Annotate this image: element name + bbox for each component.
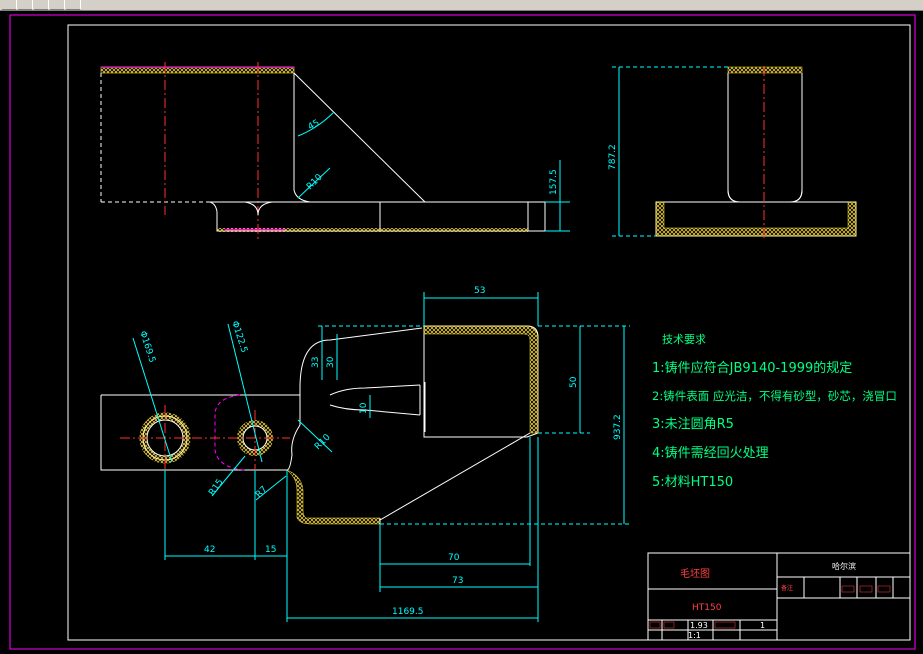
dim-33: 33 xyxy=(311,357,321,368)
dim-top-height: 157.5 xyxy=(549,169,559,195)
dim-30: 30 xyxy=(326,356,336,368)
dim-53: 53 xyxy=(474,286,485,296)
dim-70: 70 xyxy=(448,553,460,563)
open-icon[interactable] xyxy=(18,0,33,10)
notes-line-1: 1:铸件应符合JB9140-1999的规定 xyxy=(652,360,852,376)
dim-15: 15 xyxy=(265,545,276,555)
notes-line-2: 2:铸件表面 应光洁，不得有砂型，砂芯，浇冒口 xyxy=(652,389,897,403)
notes-title: 技术要求 xyxy=(662,333,706,346)
side-view: 787.2 xyxy=(608,66,857,240)
print-icon[interactable] xyxy=(50,0,65,10)
title-company: 哈尔滨 xyxy=(832,561,856,571)
notes-line-3: 3:未注圆角R5 xyxy=(652,417,734,432)
new-icon[interactable] xyxy=(2,0,17,10)
title-scale: 1:1 xyxy=(688,631,701,640)
top-view: 157.5 45 R10 xyxy=(100,62,570,240)
dim-r7: R7 xyxy=(254,485,270,501)
title-material: HT150 xyxy=(692,603,722,613)
notes-line-5: 5:材料HT150 xyxy=(652,475,733,490)
title-ratio: 1.93 xyxy=(690,621,708,630)
dim-73: 73 xyxy=(452,576,463,586)
title-drawing-name: 毛坯图 xyxy=(680,568,710,580)
dim-42: 42 xyxy=(204,545,215,555)
title-block: 毛坯图 HT150 哈尔滨 备注 1.93 1 1:1 xyxy=(647,552,911,641)
dim-50: 50 xyxy=(569,376,579,388)
title-sheet: 1 xyxy=(760,621,765,630)
front-view: 53 33 30 10 50 937.2 Φ169.5 Φ122.5 R10 R… xyxy=(100,286,630,622)
title-small-cell: 备注 xyxy=(781,584,793,592)
undo-icon[interactable] xyxy=(66,0,81,10)
dim-side-height: 787.2 xyxy=(608,144,618,170)
dim-10: 10 xyxy=(359,402,369,414)
cad-drawing-canvas[interactable]: 157.5 45 R10 787.2 53 33 30 10 50 937.2 … xyxy=(0,11,923,654)
dim-r15: R15 xyxy=(207,477,225,497)
dim-dia2: Φ122.5 xyxy=(229,320,249,354)
dim-r10-front: R10 xyxy=(313,432,333,452)
dim-1169: 1169.5 xyxy=(392,607,424,617)
dim-937: 937.2 xyxy=(613,414,623,440)
technical-notes: 技术要求 1:铸件应符合JB9140-1999的规定 2:铸件表面 应光洁，不得… xyxy=(652,333,897,490)
notes-line-4: 4:铸件需经回火处理 xyxy=(652,445,769,461)
toolbar xyxy=(0,0,923,11)
save-icon[interactable] xyxy=(34,0,49,10)
